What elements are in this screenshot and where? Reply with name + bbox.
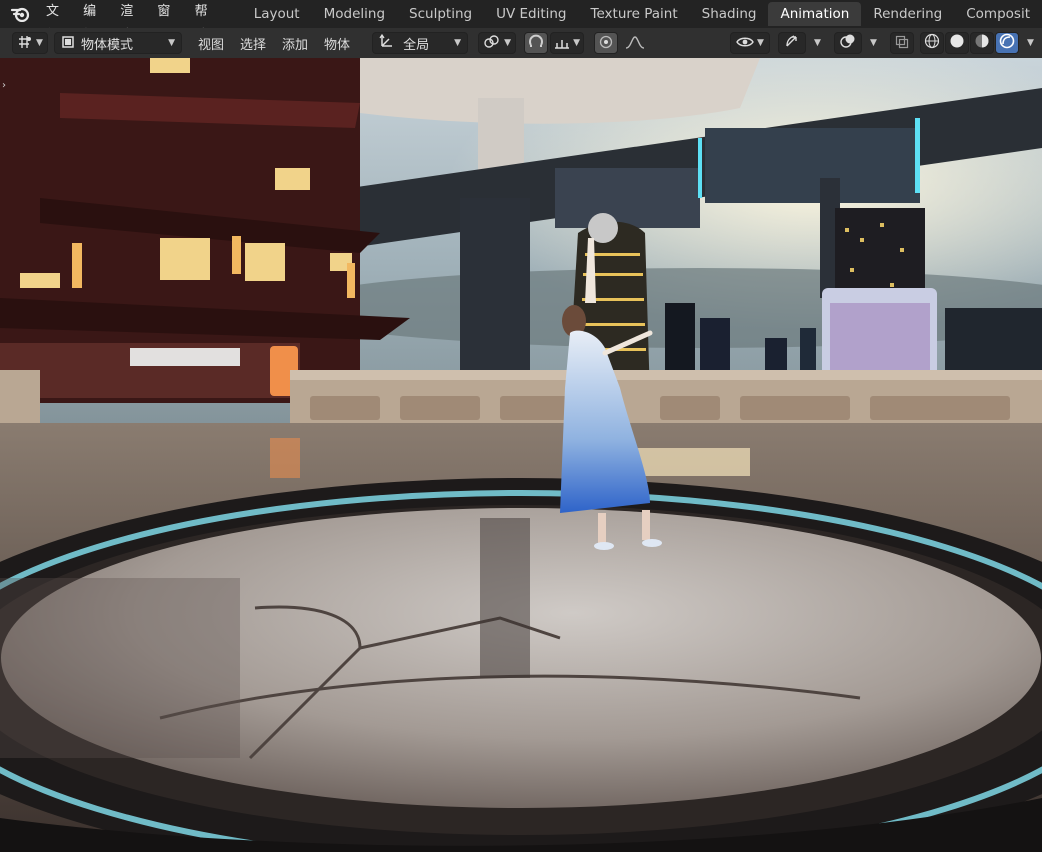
proportional-edit-icon [599,34,613,53]
tab-rendering[interactable]: Rendering [861,2,954,26]
tab-compositing[interactable]: Composit [954,2,1042,26]
select-menu[interactable]: 选择 [232,34,274,53]
view-menu[interactable]: 视图 [190,34,232,53]
menu-help[interactable]: 帮助 [185,0,222,43]
workspace-tabs: Layout Modeling Sculpting UV Editing Tex… [242,0,1042,28]
solid-shading-icon [949,33,965,53]
falloff-curve-icon [625,34,645,53]
gizmo-toggle[interactable] [778,32,806,54]
object-menu[interactable]: 物体 [316,34,358,53]
pivot-point-icon [483,34,501,53]
rendered-shading-button[interactable] [995,32,1019,54]
object-mode-icon [61,34,75,53]
xray-toggle[interactable] [890,32,914,54]
transform-orientation-icon [379,33,395,53]
transform-orientation-label: 全局 [403,37,430,53]
menu-render[interactable]: 渲染 [110,0,147,43]
mode-select-label: 物体模式 [81,37,134,53]
rendered-shading-icon [999,33,1015,53]
menu-window[interactable]: 窗口 [147,0,184,43]
toolbar-expand-icon[interactable]: › [2,80,6,91]
snap-magnet-icon [528,33,544,53]
xray-icon [895,34,909,53]
3d-viewport[interactable]: › [0,58,1042,852]
overlay-icon [840,33,856,53]
tab-sculpting[interactable]: Sculpting [397,2,484,26]
add-menu[interactable]: 添加 [274,34,316,53]
editor-type-button[interactable]: ▼ [12,32,48,54]
snap-target-icon [554,34,570,53]
material-shading-icon [974,33,990,53]
solid-shading-button[interactable] [945,32,969,54]
menu-file[interactable]: 文件 [36,0,73,43]
pivot-point-button[interactable]: ▼ [478,32,517,54]
chevron-down-icon: ▼ [168,38,175,48]
gizmo-dropdown[interactable]: ▼ [808,32,824,54]
wireframe-shading-button[interactable] [920,32,944,54]
tab-animation[interactable]: Animation [768,2,862,26]
snap-target-button[interactable]: ▼ [550,32,585,54]
mode-select[interactable]: 物体模式 ▼ [54,32,182,54]
transform-orientation-select[interactable]: 全局 ▼ [372,32,469,54]
snap-toggle[interactable] [524,32,549,54]
wireframe-shading-icon [924,33,940,53]
falloff-button[interactable] [620,32,650,54]
blender-logo-icon[interactable] [10,4,30,24]
tab-texture-paint[interactable]: Texture Paint [579,2,690,26]
overlay-dropdown[interactable]: ▼ [864,32,880,54]
top-bar: 文件 编辑 渲染 窗口 帮助 Layout Modeling Sculpting… [0,0,1042,43]
menu-edit[interactable]: 编辑 [73,0,110,43]
proportional-edit-toggle[interactable] [594,32,619,54]
visibility-eye-icon [736,34,754,53]
overlay-toggle[interactable] [834,32,862,54]
gizmo-icon [784,33,800,53]
viewport-header: ▼ 物体模式 ▼ 视图 选择 添加 物体 全局 ▼ ▼ ▼ ▼ ▼ ▼ ▼ [0,28,1042,59]
viewport-scene [0,58,1042,852]
tab-modeling[interactable]: Modeling [312,2,397,26]
visibility-button[interactable]: ▼ [730,32,770,54]
tab-layout[interactable]: Layout [242,2,312,26]
editor-type-icon [17,34,33,53]
tab-uv-editing[interactable]: UV Editing [484,2,578,26]
material-shading-button[interactable] [970,32,994,54]
chevron-down-icon: ▼ [454,38,462,48]
tab-shading[interactable]: Shading [690,2,769,26]
main-menu: 文件 编辑 渲染 窗口 帮助 [36,0,222,43]
shading-dropdown[interactable]: ▼ [1020,32,1038,54]
